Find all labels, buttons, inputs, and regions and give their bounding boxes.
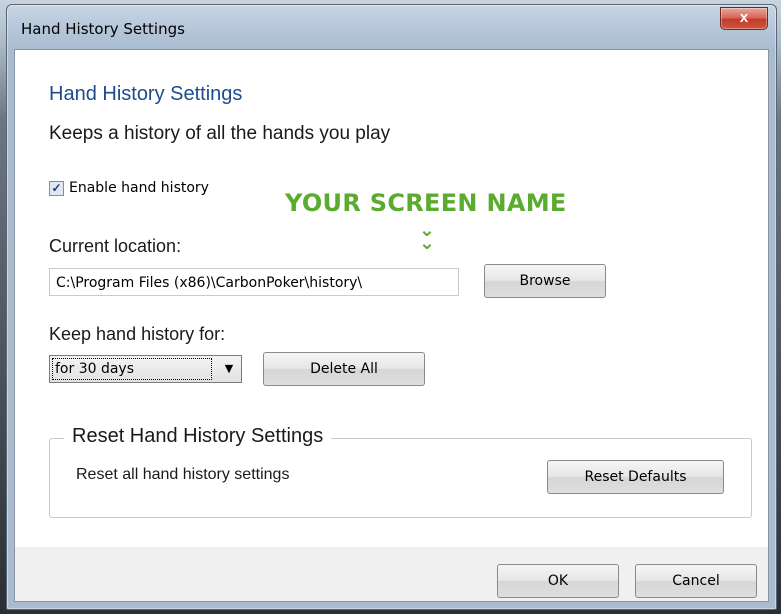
reset-defaults-button[interactable]: Reset Defaults <box>547 460 724 494</box>
cancel-button[interactable]: Cancel <box>635 564 757 598</box>
page-description: Keeps a history of all the hands you pla… <box>49 123 391 144</box>
dialog-client-area: Hand History Settings Keeps a history of… <box>14 49 769 602</box>
location-path-field[interactable]: C:\Program Files (x86)\CarbonPoker\histo… <box>49 268 459 296</box>
close-icon: x <box>739 9 749 26</box>
enable-hand-history-row[interactable]: ✓ Enable hand history <box>49 178 209 198</box>
title-bar[interactable]: Hand History Settings x <box>7 5 776 49</box>
page-title: Hand History Settings <box>49 83 243 105</box>
delete-all-button[interactable]: Delete All <box>263 352 425 386</box>
reset-settings-group: Reset Hand History Settings Reset all ha… <box>49 425 752 518</box>
keep-history-select[interactable]: for 30 days ▼ <box>49 355 242 383</box>
keep-history-label: Keep hand history for: <box>49 324 226 344</box>
enable-hand-history-checkbox[interactable]: ✓ <box>49 180 64 196</box>
keep-history-selected-value: for 30 days <box>52 358 212 380</box>
ok-button[interactable]: OK <box>497 564 619 598</box>
dialog-footer: OK Cancel <box>15 547 768 601</box>
enable-hand-history-label[interactable]: Enable hand history <box>69 180 209 196</box>
dialog-window: Hand History Settings x Hand History Set… <box>6 4 777 610</box>
reset-group-legend: Reset Hand History Settings <box>64 425 332 448</box>
close-button[interactable]: x <box>720 7 768 30</box>
chevron-down-icon: ⌄ ⌄ <box>419 219 435 254</box>
window-title: Hand History Settings <box>21 20 185 38</box>
reset-group-description: Reset all hand history settings <box>76 466 290 483</box>
browse-button[interactable]: Browse <box>484 264 606 298</box>
dropdown-arrow-icon[interactable]: ▼ <box>220 360 238 378</box>
screen-name-annotation: YOUR SCREEN NAME <box>285 189 567 217</box>
current-location-label: Current location: <box>49 236 182 256</box>
